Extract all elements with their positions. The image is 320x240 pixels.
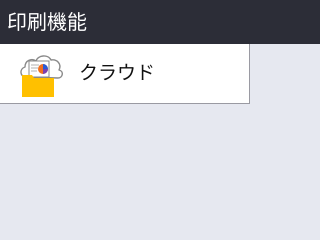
menu-item-cloud[interactable]: クラウド	[0, 44, 250, 104]
menu-item-label: クラウド	[79, 62, 156, 84]
menu-list: クラウド	[0, 44, 250, 104]
title-bar: 印刷機能	[0, 0, 320, 44]
cloud-print-icon	[17, 50, 65, 98]
page-title: 印刷機能	[7, 10, 87, 34]
